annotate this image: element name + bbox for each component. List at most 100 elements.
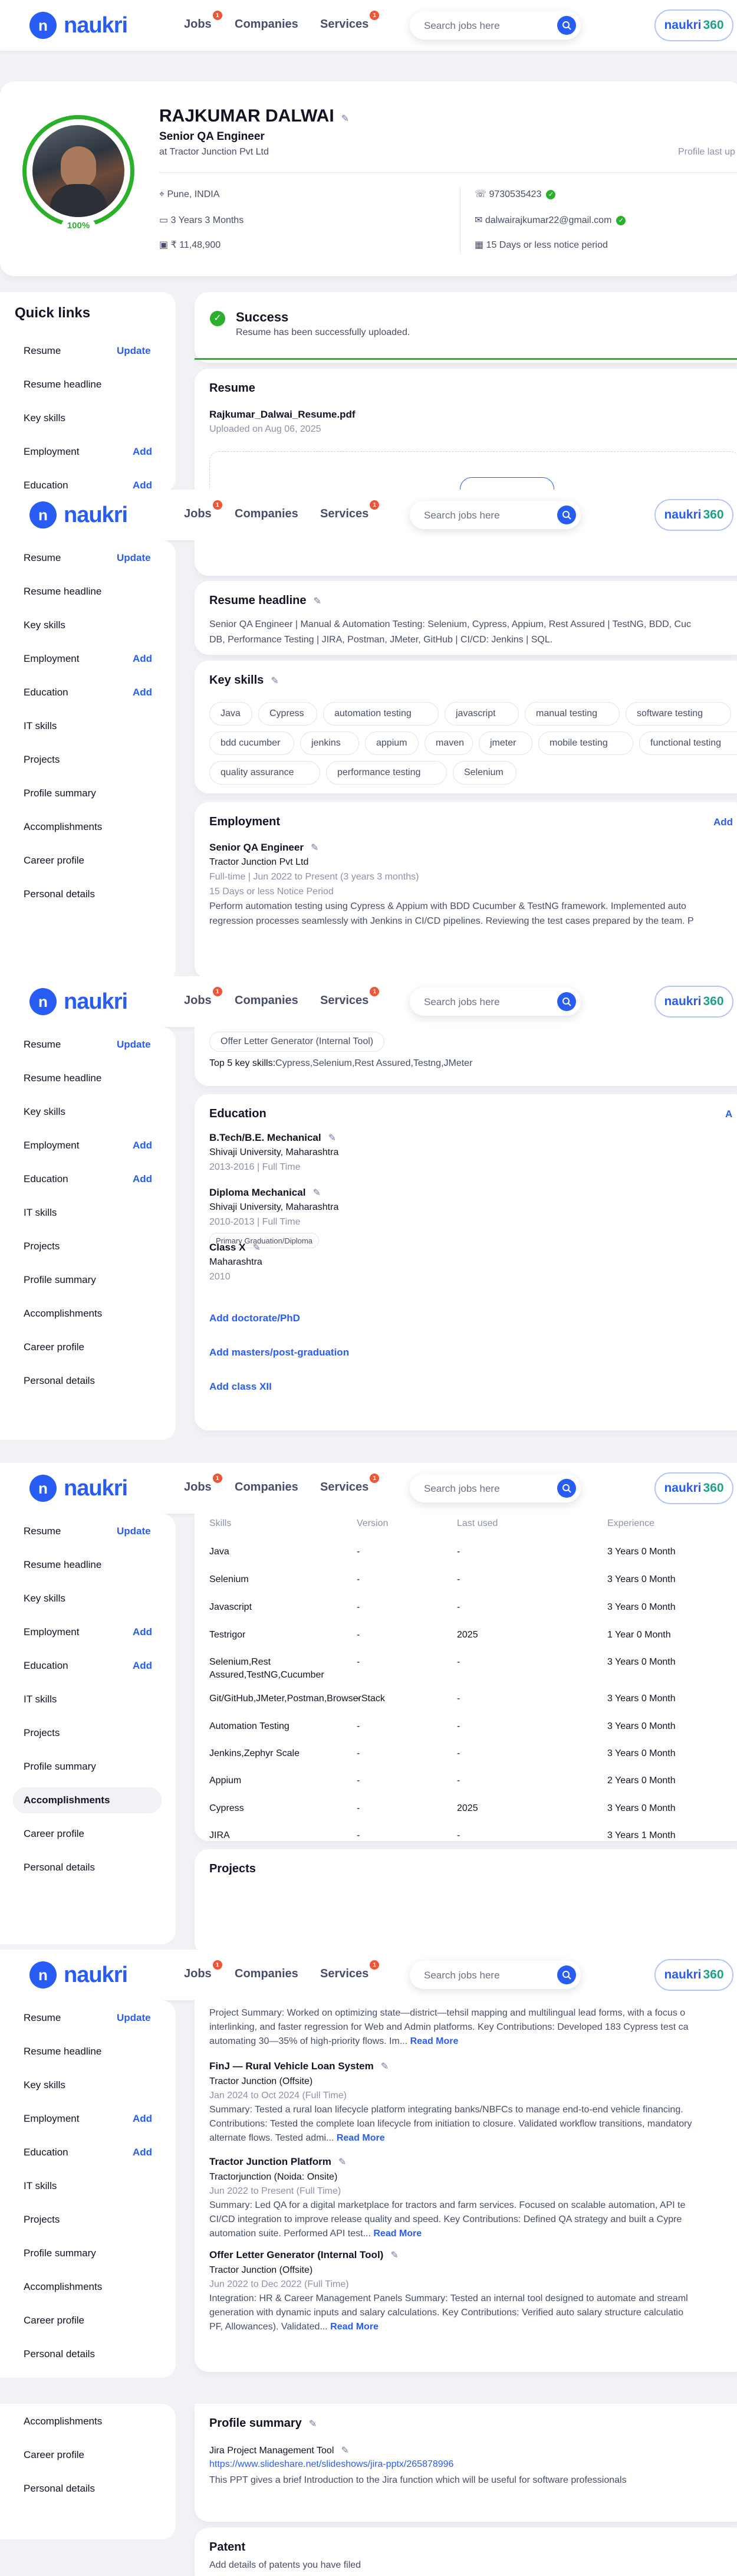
sidebar-item-profile-summary[interactable]: Profile summary: [24, 787, 96, 799]
skill-chip[interactable]: manual testing: [525, 702, 620, 726]
sidebar-item-education[interactable]: Education: [24, 687, 68, 698]
sidebar-item-accomplishments[interactable]: Accomplishments: [24, 1308, 102, 1320]
sidebar-add-link[interactable]: Add: [133, 446, 152, 458]
sidebar-item-resume-headline[interactable]: Resume headline: [24, 379, 101, 390]
skill-chip[interactable]: Selenium: [453, 761, 516, 785]
sidebar-item-resume-headline[interactable]: Resume headline: [24, 586, 101, 598]
sidebar-item-education[interactable]: Education: [24, 1173, 68, 1185]
sidebar-update-link[interactable]: Update: [117, 1039, 151, 1051]
skill-chip[interactable]: maven: [425, 731, 473, 755]
sidebar-item-resume[interactable]: Resume: [24, 2012, 61, 2024]
sidebar-item-personal-details[interactable]: Personal details: [24, 2348, 95, 2360]
sidebar-item-employment[interactable]: Employment: [24, 446, 79, 458]
nav-jobs[interactable]: Jobs 1: [184, 987, 222, 1008]
edit-icon[interactable]: ✎: [309, 2418, 317, 2430]
sidebar-item-it-skills[interactable]: IT skills: [24, 1694, 57, 1705]
sidebar-item-career-profile[interactable]: Career profile: [24, 1341, 84, 1353]
edit-icon[interactable]: ✎: [312, 1186, 320, 1200]
naukri-logo[interactable]: n naukri: [29, 988, 128, 1015]
sidebar-item-resume-headline[interactable]: Resume headline: [24, 1072, 101, 1084]
nav-jobs[interactable]: Jobs 1: [184, 1960, 222, 1981]
sidebar-item-resume[interactable]: Resume: [24, 345, 61, 357]
sidebar-add-link[interactable]: Add: [133, 1140, 152, 1151]
sidebar-item-career-profile[interactable]: Career profile: [24, 1828, 84, 1840]
sidebar-item-accomplishments[interactable]: Accomplishments: [24, 821, 102, 833]
sidebar-item-key-skills[interactable]: Key skills: [24, 412, 65, 424]
skill-chip[interactable]: Java: [209, 702, 252, 726]
naukri-logo[interactable]: n naukri: [29, 1961, 128, 1988]
search-icon[interactable]: [557, 16, 576, 35]
search-bar[interactable]: Search jobs here: [410, 987, 581, 1016]
sidebar-item-career-profile[interactable]: Career profile: [24, 855, 84, 867]
naukri-logo[interactable]: n naukri: [29, 12, 128, 39]
sidebar-update-link[interactable]: Update: [117, 2012, 151, 2024]
sidebar-item-personal-details[interactable]: Personal details: [24, 2483, 95, 2495]
add-education-link[interactable]: Add class XII: [209, 1381, 272, 1393]
search-icon[interactable]: [557, 1479, 576, 1498]
naukri360-button[interactable]: naukri 360: [654, 1472, 733, 1504]
sidebar-update-link[interactable]: Update: [117, 552, 151, 564]
sidebar-item-employment[interactable]: Employment: [24, 1140, 79, 1151]
nav-companies[interactable]: Companies: [235, 994, 298, 1008]
sidebar-update-link[interactable]: Update: [117, 345, 151, 357]
sidebar-item-it-skills[interactable]: IT skills: [24, 720, 57, 732]
read-more-link[interactable]: Read More: [410, 2036, 459, 2046]
sidebar-item-resume[interactable]: Resume: [24, 1525, 61, 1537]
sidebar-item-accomplishments[interactable]: Accomplishments: [24, 1794, 110, 1806]
sidebar-item-it-skills[interactable]: IT skills: [24, 1207, 57, 1219]
edit-icon[interactable]: ✎: [390, 2249, 398, 2263]
naukri360-button[interactable]: naukri 360: [654, 1959, 733, 1991]
sidebar-item-key-skills[interactable]: Key skills: [24, 1593, 65, 1604]
skill-chip[interactable]: jmeter: [479, 731, 532, 755]
naukri-logo[interactable]: n naukri: [29, 1475, 128, 1502]
avatar[interactable]: [32, 125, 124, 217]
sidebar-item-projects[interactable]: Projects: [24, 754, 60, 766]
presentation-url[interactable]: https://www.slideshare.net/slideshows/ji…: [209, 2459, 453, 2470]
read-more-link[interactable]: Read More: [373, 2229, 422, 2239]
skill-chip[interactable]: functional testing: [639, 731, 737, 755]
edit-icon[interactable]: ✎: [341, 2444, 348, 2458]
sidebar-item-projects[interactable]: Projects: [24, 1241, 60, 1252]
sidebar-item-it-skills[interactable]: IT skills: [24, 2180, 57, 2192]
edit-icon[interactable]: ✎: [271, 675, 278, 687]
sidebar-item-resume-headline[interactable]: Resume headline: [24, 1559, 101, 1571]
search-icon[interactable]: [557, 506, 576, 524]
search-bar[interactable]: Search jobs here: [410, 11, 581, 40]
nav-companies[interactable]: Companies: [235, 507, 298, 521]
nav-services[interactable]: Services 1: [320, 1474, 380, 1494]
sidebar-item-accomplishments[interactable]: Accomplishments: [24, 2281, 102, 2293]
nav-jobs[interactable]: Jobs 1: [184, 11, 222, 31]
skill-chip[interactable]: jenkins: [300, 731, 359, 755]
search-bar[interactable]: Search jobs here: [410, 1961, 581, 1989]
skill-chip[interactable]: quality assurance: [209, 761, 320, 785]
edit-icon[interactable]: ✎: [328, 1131, 336, 1146]
edit-icon[interactable]: ✎: [338, 2155, 346, 2170]
search-icon[interactable]: [557, 992, 576, 1011]
sidebar-add-link[interactable]: Add: [133, 2113, 152, 2125]
read-more-link[interactable]: Read More: [337, 2133, 385, 2143]
sidebar-item-key-skills[interactable]: Key skills: [24, 1106, 65, 1118]
sidebar-item-personal-details[interactable]: Personal details: [24, 888, 95, 900]
sidebar-item-employment[interactable]: Employment: [24, 2113, 79, 2125]
sidebar-item-resume[interactable]: Resume: [24, 552, 61, 564]
sidebar-add-link[interactable]: Add: [133, 653, 152, 665]
naukri360-button[interactable]: naukri 360: [654, 986, 733, 1018]
sidebar-add-link[interactable]: Add: [133, 687, 152, 698]
skill-chip[interactable]: Cypress: [258, 702, 317, 726]
naukri-logo[interactable]: n naukri: [29, 501, 128, 529]
sidebar-item-resume[interactable]: Resume: [24, 1039, 61, 1051]
nav-companies[interactable]: Companies: [235, 1481, 298, 1494]
sidebar-add-link[interactable]: Add: [133, 1626, 152, 1638]
edit-icon[interactable]: ✎: [341, 113, 349, 124]
sidebar-item-projects[interactable]: Projects: [24, 1727, 60, 1739]
sidebar-item-personal-details[interactable]: Personal details: [24, 1862, 95, 1873]
sidebar-item-profile-summary[interactable]: Profile summary: [24, 1274, 96, 1286]
sidebar-item-projects[interactable]: Projects: [24, 2214, 60, 2226]
edit-icon[interactable]: ✎: [381, 2060, 389, 2074]
nav-companies[interactable]: Companies: [235, 1967, 298, 1981]
search-bar[interactable]: Search jobs here: [410, 501, 581, 529]
read-more-link[interactable]: Read More: [330, 2322, 379, 2332]
naukri360-button[interactable]: naukri 360: [654, 9, 733, 41]
nav-companies[interactable]: Companies: [235, 18, 298, 31]
skill-chip[interactable]: javascript: [445, 702, 519, 726]
